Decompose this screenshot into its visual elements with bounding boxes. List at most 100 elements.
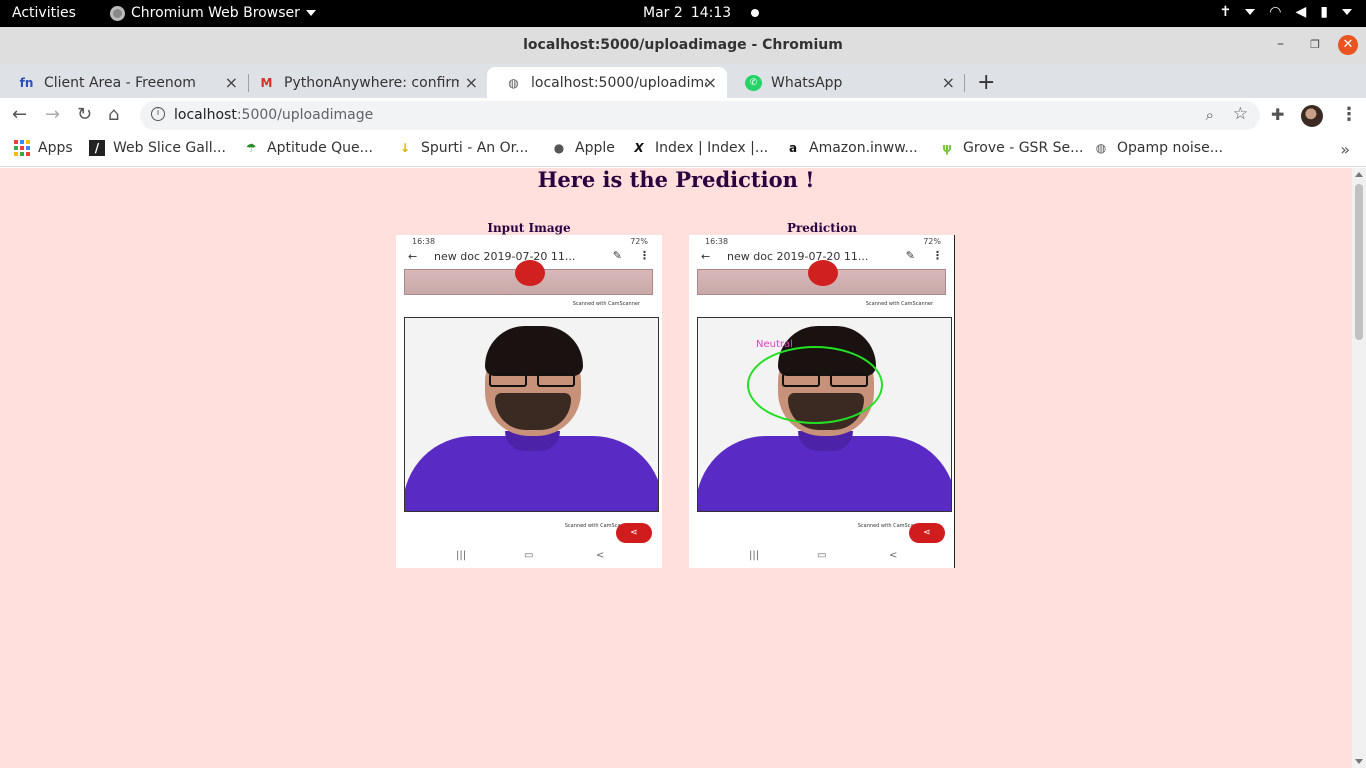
phone-nav-bar: ||| ▭ < [396, 547, 662, 567]
kebab-icon: ⋮ [639, 249, 650, 262]
home-icon: ▭ [817, 550, 827, 561]
input-image: 16:38 72% ← new doc 2019-07-20 11... ✎ ⋮… [396, 235, 662, 568]
home-icon: ▭ [524, 550, 534, 561]
bookmark-label: Index | Index |... [655, 140, 769, 156]
window-titlebar: localhost:5000/uploadimage - Chromium – … [0, 27, 1366, 64]
aptitude-icon: ☂ [245, 141, 257, 155]
app-menu-label: Chromium Web Browser [131, 5, 300, 21]
bookmark-label: Grove - GSR Se... [963, 140, 1084, 156]
image-border [954, 235, 955, 568]
battery-icon: ▮ [1320, 4, 1328, 20]
zoom-icon[interactable]: ⌕ [1206, 106, 1214, 124]
url-text: localhost:5000/uploadimage [174, 107, 373, 123]
clock[interactable]: Mar 2 14:13 [643, 5, 760, 21]
activities-button[interactable]: Activities [12, 5, 76, 21]
bookmark-apps[interactable]: Apps [14, 140, 73, 156]
recents-icon: ||| [456, 550, 467, 561]
phone-status-time: 16:38 [705, 237, 729, 246]
page-title: Here is the Prediction ! [537, 168, 815, 192]
share-icon: ⋖ [909, 523, 945, 543]
pencil-icon: ✎ [612, 249, 622, 262]
bookmark-amazon[interactable]: a Amazon.inww... [785, 140, 918, 156]
grove-icon: ψ [942, 141, 952, 155]
phone-doc-name: new doc 2019-07-20 11... [727, 250, 869, 263]
bookmark-spurti[interactable]: ↓ Spurti - An Or... [397, 140, 529, 156]
bookmark-apple[interactable]: ● Apple [551, 140, 615, 156]
scroll-down-icon[interactable] [1355, 759, 1363, 764]
bookmark-label: Web Slice Gall... [113, 140, 226, 156]
prediction-caption: Prediction [786, 221, 858, 235]
phone-battery: 72% [630, 237, 648, 246]
avatar[interactable] [1301, 105, 1323, 127]
tab-whatsapp[interactable]: ✆ WhatsApp × [727, 67, 965, 98]
share-icon: ⋖ [616, 523, 652, 543]
bookmark-opamp[interactable]: ◍ Opamp noise... [1093, 140, 1223, 156]
new-tab-button[interactable]: + [977, 70, 995, 95]
tab-pythonanywhere[interactable]: M PythonAnywhere: confirm × [240, 67, 488, 98]
certificate-strip [697, 260, 946, 295]
bookmark-grove[interactable]: ψ Grove - GSR Se... [939, 140, 1083, 156]
back-icon[interactable]: ← [12, 104, 27, 125]
menu-kebab-icon[interactable]: ⋮ [1340, 104, 1358, 125]
pencil-icon: ✎ [905, 249, 915, 262]
extensions-icon[interactable]: ✚ [1271, 105, 1284, 124]
tab-label: WhatsApp [771, 74, 843, 91]
scrollbar-thumb[interactable] [1355, 184, 1363, 340]
bookmark-index[interactable]: X Index | Index |... [631, 140, 768, 156]
page-scrollbar[interactable] [1352, 168, 1366, 768]
system-top-bar: Activities Chromium Web Browser Mar 2 14… [0, 0, 1366, 27]
info-icon[interactable]: i [151, 107, 165, 121]
close-icon[interactable]: × [704, 73, 717, 92]
bookmarks-bar: Apps / Web Slice Gall... ☂ Aptitude Que.… [0, 133, 1366, 167]
globe-icon: ◍ [508, 75, 519, 90]
back-icon: < [596, 550, 605, 561]
volume-icon: ◀ [1295, 4, 1307, 20]
tab-label: PythonAnywhere: confirm [284, 74, 459, 91]
system-tray[interactable]: ✝ ◠ ◀ ▮ [1220, 4, 1352, 20]
glasses-graphic [489, 373, 577, 387]
tab-label: localhost:5000/uploadima [531, 74, 707, 91]
home-icon[interactable]: ⌂ [108, 104, 119, 125]
arrow-left-icon: ← [408, 250, 418, 263]
forward-icon[interactable]: → [45, 104, 60, 125]
bookmark-label: Amazon.inww... [809, 140, 918, 156]
chevron-down-icon [1245, 9, 1256, 15]
emotion-label: Neutral [756, 339, 793, 350]
close-icon[interactable]: × [465, 73, 478, 92]
tab-label: Client Area - Freenom [44, 74, 196, 91]
bookmark-aptitude[interactable]: ☂ Aptitude Que... [243, 140, 373, 156]
phone-scanned-text: Scanned with CamScanner [865, 301, 933, 307]
accessibility-icon[interactable]: ✝ [1220, 4, 1232, 20]
browser-toolbar: ← → ↻ ⌂ i localhost:5000/uploadimage ⌕ ☆ [0, 98, 1366, 133]
bookmark-label: Apps [38, 140, 73, 156]
wifi-icon: ◠ [1269, 4, 1282, 20]
clock-date: Mar 2 [643, 5, 683, 21]
scroll-up-icon[interactable] [1355, 172, 1363, 177]
freenom-icon: fn [19, 75, 34, 90]
address-bar[interactable]: i localhost:5000/uploadimage ⌕ ☆ [140, 101, 1260, 130]
minimize-icon[interactable]: – [1277, 36, 1284, 52]
app-menu[interactable]: Chromium Web Browser [110, 5, 316, 21]
maximize-icon[interactable]: ❐ [1310, 38, 1320, 51]
bookmark-label: Apple [575, 140, 615, 156]
bookmark-star-icon[interactable]: ☆ [1233, 104, 1248, 124]
whatsapp-icon: ✆ [745, 74, 762, 91]
input-image-caption: Input Image [487, 221, 571, 235]
reload-icon[interactable]: ↻ [77, 104, 92, 125]
tab-freenom[interactable]: fn Client Area - Freenom × [0, 67, 248, 98]
close-icon[interactable]: × [225, 73, 238, 92]
phone-battery: 72% [923, 237, 941, 246]
close-window-icon[interactable]: ✕ [1338, 35, 1358, 55]
bookmark-web-slice[interactable]: / Web Slice Gall... [89, 140, 226, 156]
chevron-double-right-icon[interactable]: » [1340, 140, 1350, 159]
web-slice-icon: / [89, 140, 105, 156]
phone-doc-name: new doc 2019-07-20 11... [434, 250, 576, 263]
url-path: :5000/uploadimage [236, 107, 374, 123]
certificate-strip [404, 260, 653, 295]
recents-icon: ||| [749, 550, 760, 561]
page-content: Here is the Prediction ! Input Image Pre… [0, 168, 1352, 768]
tab-uploadimage[interactable]: ◍ localhost:5000/uploadima × [487, 67, 727, 98]
seal-graphic [515, 260, 545, 286]
bookmark-label: Opamp noise... [1117, 140, 1224, 156]
close-icon[interactable]: × [942, 73, 955, 92]
